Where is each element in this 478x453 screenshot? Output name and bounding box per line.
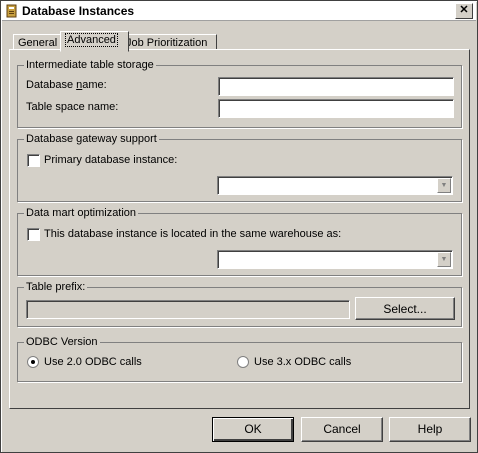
radio-selected-dot: [31, 360, 35, 364]
data-mart-optimization-group: Data mart optimization This database ins…: [17, 207, 462, 276]
odbc-legend: ODBC Version: [24, 336, 100, 349]
chevron-down-icon[interactable]: ▼: [437, 178, 451, 193]
intermediate-table-storage-group: Intermediate table storage Database name…: [17, 59, 462, 128]
help-button[interactable]: Help: [389, 417, 471, 442]
window-title: Database Instances: [22, 4, 135, 18]
table-prefix-group: Table prefix: Select...: [17, 281, 462, 327]
close-button[interactable]: ✕: [455, 3, 473, 19]
gateway-legend: Database gateway support: [24, 133, 159, 146]
odbc-20-label[interactable]: Use 2.0 ODBC calls: [44, 356, 142, 369]
odbc-3x-radio[interactable]: [237, 356, 249, 368]
select-prefix-button[interactable]: Select...: [355, 297, 455, 320]
tab-advanced-label: Advanced: [65, 33, 118, 47]
same-warehouse-checkbox[interactable]: [27, 228, 40, 241]
primary-database-instance-checkbox[interactable]: [27, 154, 40, 167]
close-icon: ✕: [459, 4, 469, 16]
database-book-icon: [6, 4, 18, 18]
table-space-name-label: Table space name:: [26, 101, 119, 113]
database-name-input[interactable]: [218, 77, 454, 96]
primary-database-instance-label[interactable]: Primary database instance:: [44, 154, 177, 167]
intermediate-legend: Intermediate table storage: [24, 59, 156, 72]
tab-general-label: General: [18, 37, 58, 49]
tab-job-prioritization-label: Job Prioritization: [126, 37, 208, 49]
dialog-window: Database Instances ✕ General Advanced Jo…: [0, 0, 478, 453]
cancel-button[interactable]: Cancel: [301, 417, 383, 442]
odbc-version-group: ODBC Version Use 2.0 ODBC calls Use 3.x …: [17, 336, 462, 382]
same-warehouse-label[interactable]: This database instance is located in the…: [44, 228, 341, 241]
primary-instance-dropdown[interactable]: ▼: [217, 176, 453, 195]
advanced-tab-panel: Intermediate table storage Database name…: [9, 49, 470, 409]
database-name-label: Database name:: [26, 79, 107, 91]
odbc-3x-label[interactable]: Use 3.x ODBC calls: [254, 356, 351, 369]
table-space-name-input[interactable]: [218, 99, 454, 118]
tab-advanced[interactable]: Advanced: [60, 31, 129, 52]
chevron-down-icon[interactable]: ▼: [437, 252, 451, 267]
datamart-legend: Data mart optimization: [24, 207, 139, 220]
odbc-20-radio[interactable]: [27, 356, 39, 368]
prefix-legend: Table prefix:: [24, 281, 88, 294]
ok-button[interactable]: OK: [212, 417, 294, 442]
warehouse-instance-dropdown[interactable]: ▼: [217, 250, 453, 269]
table-prefix-input[interactable]: [26, 300, 350, 319]
database-gateway-support-group: Database gateway support Primary databas…: [17, 133, 462, 202]
title-bar[interactable]: Database Instances ✕: [2, 2, 476, 21]
